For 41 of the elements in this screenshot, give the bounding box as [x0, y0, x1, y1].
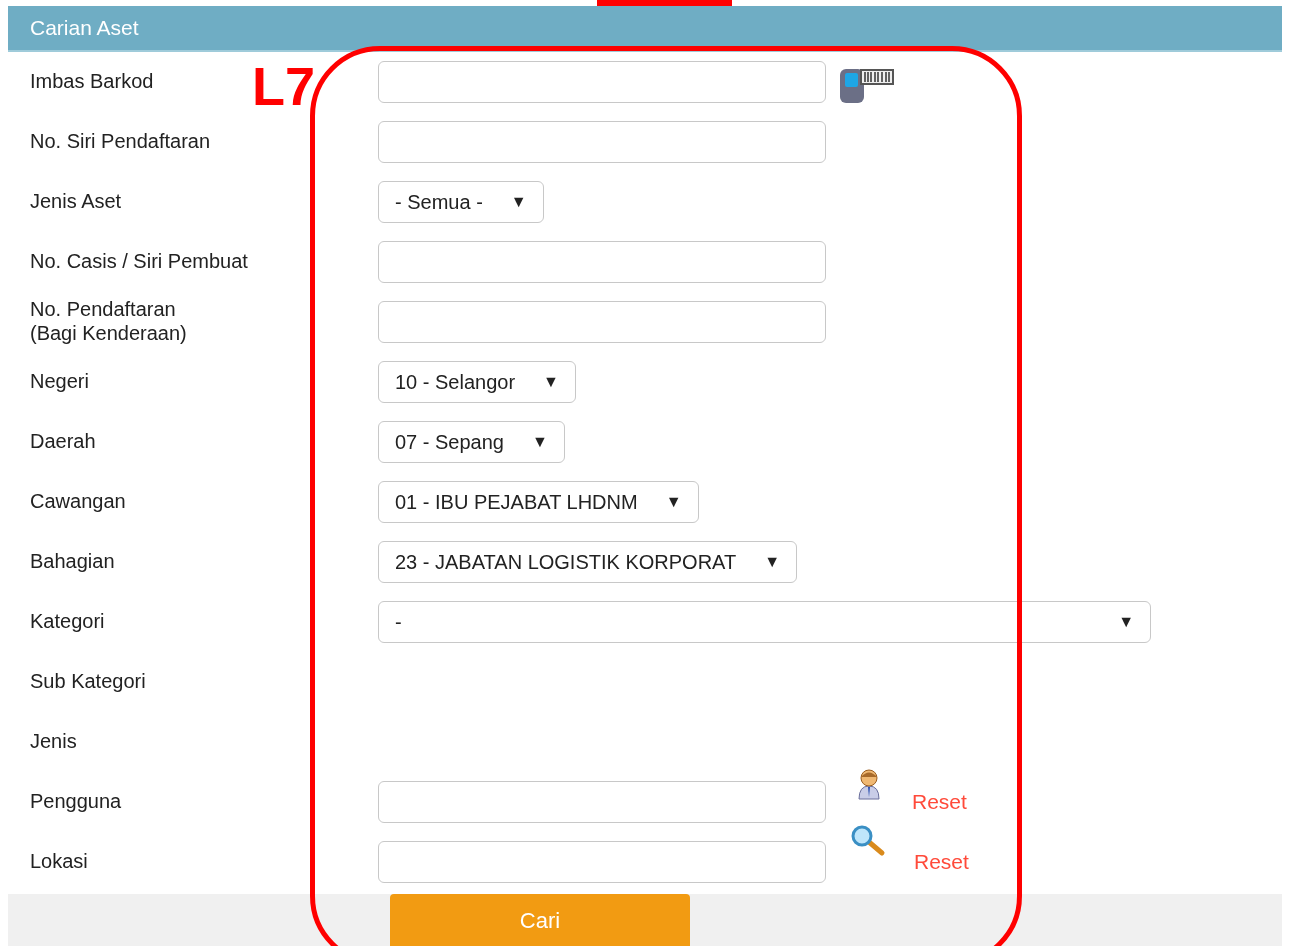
field-label: Pengguna: [30, 789, 122, 813]
dropdown[interactable]: 10 - Selangor ▼: [378, 361, 576, 403]
dropdown[interactable]: 07 - Sepang ▼: [378, 421, 565, 463]
field-label: Bahagian: [30, 549, 115, 573]
dropdown-value: -: [395, 610, 402, 635]
dropdown[interactable]: - ▼: [378, 601, 1151, 643]
field-label: Jenis Aset: [30, 189, 122, 213]
dropdown[interactable]: - Semua - ▼: [378, 181, 544, 223]
field-label: Lokasi: [30, 849, 88, 873]
panel-title: Carian Aset: [30, 15, 139, 42]
dropdown-arrow: ▼: [764, 552, 781, 572]
dropdown-value: 07 - Sepang: [395, 430, 504, 455]
text-input[interactable]: [378, 61, 826, 103]
search-icon[interactable]: [850, 825, 886, 857]
text-input[interactable]: [378, 781, 826, 823]
dropdown-value: 10 - Selangor: [395, 370, 516, 395]
field-label: Daerah: [30, 429, 96, 453]
dropdown[interactable]: 01 - IBU PEJABAT LHDNM ▼: [378, 481, 699, 523]
dropdown-arrow: ▼: [532, 432, 548, 452]
dropdown[interactable]: 23 - JABATAN LOGISTIK KORPORAT ▼: [378, 541, 798, 583]
field-label: No. Casis / Siri Pembuat: [30, 249, 248, 273]
dropdown-arrow: ▼: [510, 192, 527, 212]
dropdown-arrow: ▼: [665, 492, 682, 512]
field-label: Kategori: [30, 609, 105, 633]
field-label: No. Pendaftaran (Bagi Kenderaan): [30, 297, 187, 345]
field-label: Cawangan: [30, 489, 126, 513]
dropdown-arrow: ▼: [1118, 612, 1134, 632]
field-label: Jenis: [30, 729, 77, 753]
dropdown-value: - Semua -: [395, 190, 483, 215]
dropdown-arrow: ▼: [543, 372, 559, 392]
annotation-label: L7: [252, 55, 316, 118]
field-label: Sub Kategori: [30, 669, 146, 693]
text-input[interactable]: [378, 121, 826, 163]
dropdown-value: 01 - IBU PEJABAT LHDNM: [395, 490, 638, 515]
field-label: Negeri: [30, 369, 89, 393]
text-input[interactable]: [378, 241, 826, 283]
field-label: No. Siri Pendaftaran: [30, 129, 211, 153]
text-input[interactable]: [378, 301, 826, 343]
text-input[interactable]: [378, 841, 826, 883]
field-label: Imbas Barkod: [30, 69, 154, 93]
dropdown-value: 23 - JABATAN LOGISTIK KORPORAT: [395, 550, 737, 575]
